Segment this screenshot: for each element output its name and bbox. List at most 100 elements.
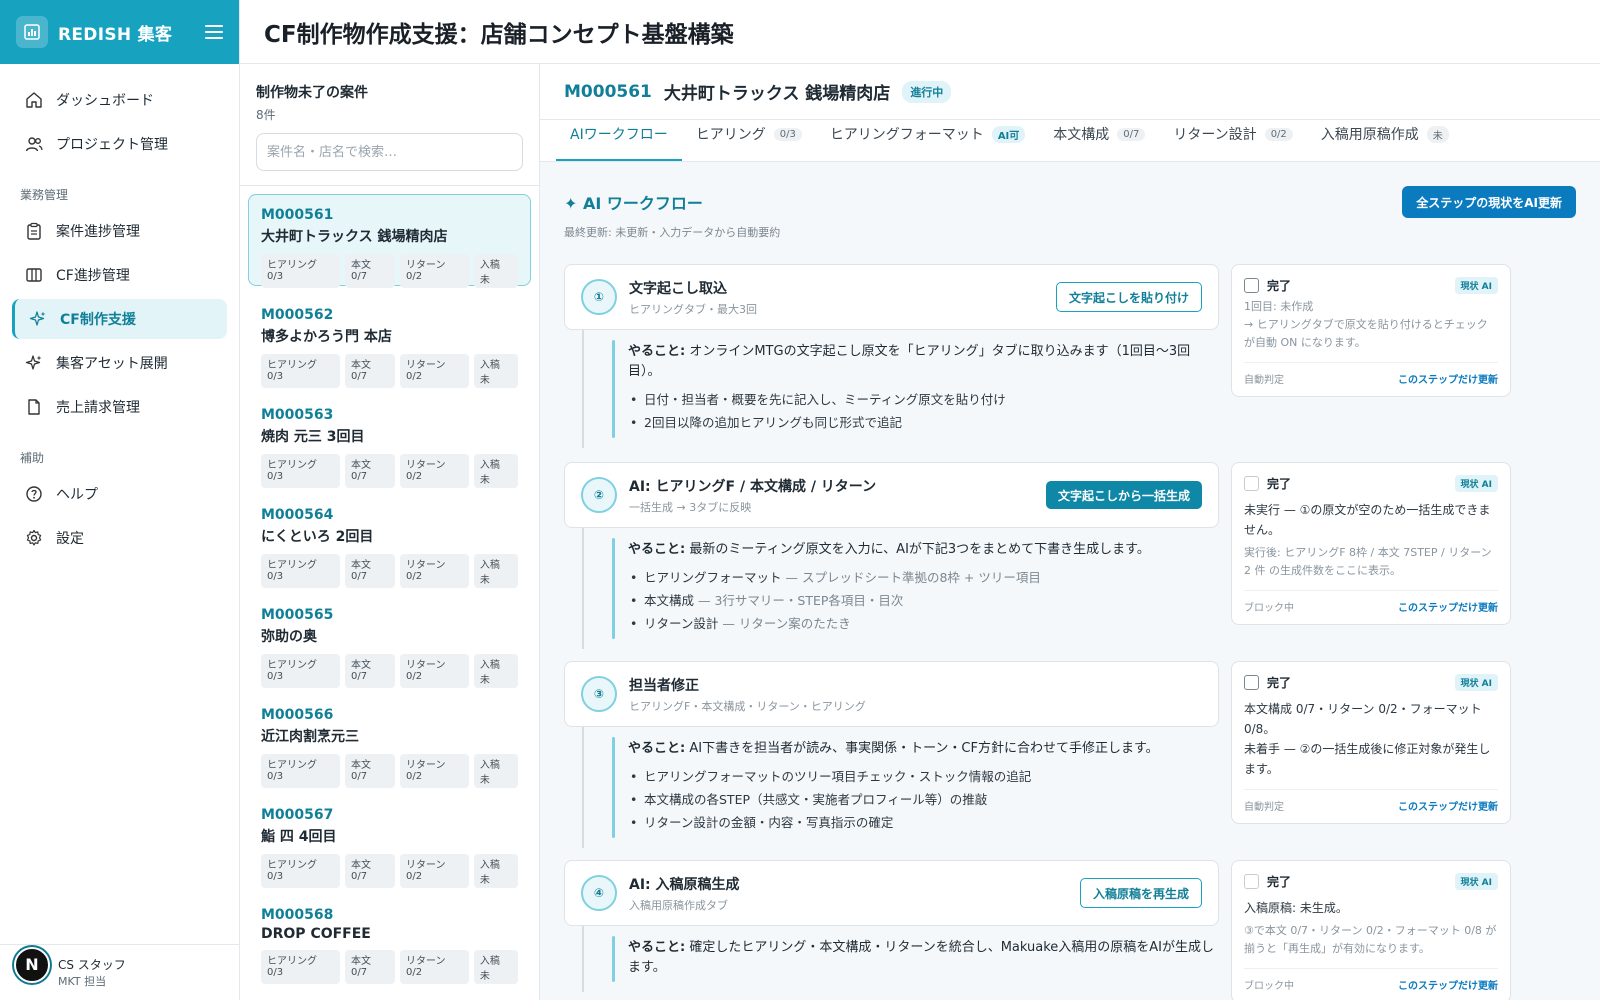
progress-tag: 本文 0/7 [345,754,396,788]
sidebar-item-label: ヘルプ [56,487,98,503]
project-card-tags: ヒアリング 0/3 本文 0/7 リターン 0/2 入稿 未 [261,854,518,888]
progress-tag: リターン 0/2 [400,754,469,788]
step-status-card: 完了 現状 AI 本文構成 0/7・リターン 0/2・フォーマット 0/8。 未着手… [1231,661,1511,824]
project-card[interactable]: M000563 焼肉 元三 3回目 ヒアリング 0/3 本文 0/7 リターン 0/2 入… [248,394,531,488]
update-step-link[interactable]: このステップだけ更新 [1398,371,1498,386]
status-state: ブロック中 [1244,603,1294,614]
users-icon [24,134,44,154]
tab-4[interactable]: 本文構成 0/7 [1039,119,1159,161]
update-step-link[interactable]: このステップだけ更新 [1398,977,1498,992]
workflow-title: ✦ AI ワークフロー [564,194,703,213]
project-card-name: 弥助の奥 [261,629,317,645]
ai-status-badge: 現状 AI [1454,277,1498,294]
step-action-button[interactable]: 文字起こしから一括生成 [1045,481,1202,509]
status-badge: 進行中 [902,80,952,103]
project-name: 大井町トラックス 銭場精肉店 [663,84,891,104]
workflow-step: ③ 担当者修正 ヒアリングF・本文構成・リターン・ヒアリングやること: AI下書きを… [564,661,1576,848]
project-card[interactable]: M000566 近江肉割烹元三 ヒアリング 0/3 本文 0/7 リターン 0/2 入稿 … [248,694,531,788]
todo-list: ヒアリングフォーマットのツリー項目チェック・ストック情報の追記本文構成の各STE… [628,765,1219,834]
sidebar-item-billing[interactable]: 売上請求管理 [12,387,227,427]
step-card: ③ 担当者修正 ヒアリングF・本文構成・リターン・ヒアリング [564,661,1219,727]
project-card[interactable]: M000562 博多よかろう門 本店 ヒアリング 0/3 本文 0/7 リターン 0/2… [248,294,531,388]
sidebar-item-label: プロジェクト管理 [56,137,168,153]
project-card-id: M000562 [261,307,334,323]
sidebar-item-projects[interactable]: プロジェクト管理 [12,124,227,164]
project-list-title: 制作物未了の案件 [256,85,368,101]
project-card[interactable]: M000564 にくといろ 2回目 ヒアリング 0/3 本文 0/7 リターン 0/2 入… [248,494,531,588]
step-todo: やること: 最新のミーティング原文を入力に、AIが下記3つをまとめて下書き生成し… [612,540,1219,635]
done-label: 完了 [1267,279,1292,293]
step-status-card: 完了 現状 AI 1回目: 未作成 → ヒアリングタブで原文を貼り付けるとチェックが… [1231,264,1511,397]
sidebar-item-cf-support[interactable]: CF制作支援 [12,299,227,339]
status-footer: 自動判定 このステップだけ更新 [1244,789,1498,813]
workflow-step: ① 文字起こし取込 ヒアリングタブ・最大3回 文字起こしを貼り付け やること: オンライ… [564,264,1576,448]
todo-text: 確定したヒアリング・本文構成・リターンを統合し、Makuake入稿用の原稿をAI… [628,940,1215,975]
update-step-link[interactable]: このステップだけ更新 [1398,599,1498,614]
step-number: ④ [581,875,617,911]
step-title: AI: 入稿原稿生成 [629,876,740,893]
todo-prefix: やること: [628,344,686,359]
project-card-name: 焼肉 元三 3回目 [261,429,365,445]
progress-tag: リターン 0/2 [400,854,469,888]
update-all-button[interactable]: 全ステップの現状をAI更新 [1402,186,1576,218]
sidebar-item-label: ダッシュボード [56,93,154,109]
step-main: ② AI: ヒアリングF / 本文構成 / リターン 一括生成 → 3タブに反映 文字… [564,462,1219,649]
todo-item: 2回目以降の追加ヒアリングも同じ形式で追記 [628,411,1219,434]
sparkles-icon [24,353,44,373]
project-card-id: M000565 [261,607,334,623]
tab-5[interactable]: リターン設計 0/2 [1159,119,1306,161]
tab-badge: AI可 [991,125,1026,143]
step-action-button[interactable]: 文字起こしを貼り付け [1055,282,1202,312]
project-count: 8件 [256,108,276,122]
sidebar-item-asset[interactable]: 集客アセット展開 [12,343,227,383]
update-step-link[interactable]: このステップだけ更新 [1398,798,1498,813]
done-checkbox[interactable] [1244,675,1259,690]
progress-tag: 入稿 未 [473,454,518,488]
status-state: 自動判定 [1244,802,1284,813]
project-card[interactable]: M000565 弥助の奥 ヒアリング 0/3 本文 0/7 リターン 0/2 入稿 未 [248,594,531,688]
done-checkbox[interactable] [1244,476,1259,491]
todo-text: AI下書きを担当者が読み、事実関係・トーン・CF方針に合わせて手修正します。 [689,741,1159,756]
todo-text: オンラインMTGの文字起こし原文を「ヒアリング」タブに取り込みます（1回目〜3回… [628,344,1191,379]
step-todo: やること: 確定したヒアリング・本文構成・リターンを統合し、Makuake入稿用… [612,938,1219,978]
user-profile[interactable]: N CS スタッフ MKT 担当 [0,944,240,1000]
project-card[interactable]: M000568 DROP COFFEE ヒアリング 0/3 本文 0/7 リターン 0/… [248,894,531,986]
tab-badge: 0/3 [773,127,802,141]
project-card[interactable]: M000561 大井町トラックス 銭場精肉店 ヒアリング 0/3 本文 0/7 リターン… [248,194,531,288]
todo-item-label: 本文構成の各STEP（共感文・実施者プロフィール等）の推敲 [644,792,988,807]
tab-label: AIワークフロー [570,127,668,143]
project-card[interactable]: M000567 鮨 四 4回目 ヒアリング 0/3 本文 0/7 リターン 0/2 入稿 … [248,794,531,888]
menu-toggle-icon[interactable] [205,25,223,39]
tab-6[interactable]: 入稿用原稿作成未 [1307,119,1463,161]
done-checkbox[interactable] [1244,278,1259,293]
todo-line: やること: AI下書きを担当者が読み、事実関係・トーン・CF方針に合わせて手修正… [628,739,1219,759]
tab-1[interactable]: AIワークフロー [556,119,682,161]
sidebar-item-case-progress[interactable]: 案件進捗管理 [12,211,227,251]
ai-status-badge: 現状 AI [1454,475,1498,492]
step-title: 担当者修正 [629,677,699,694]
sidebar-item-help[interactable]: ヘルプ [12,474,227,514]
sidebar-item-cf-progress[interactable]: CF進捗管理 [12,255,227,295]
tab-3[interactable]: ヒアリングフォーマット AI可 [816,119,1039,161]
user-role: MKT 担当 [58,974,107,988]
sparkles-icon [28,309,48,329]
help-icon [24,484,44,504]
sidebar-item-label: 売上請求管理 [56,400,140,416]
project-card-name: 博多よかろう門 本店 [261,329,392,345]
sidebar-item-settings[interactable]: 設定 [12,518,227,558]
sidebar-item-dashboard[interactable]: ダッシュボード [12,80,227,120]
chart-icon [16,16,48,48]
search-input[interactable] [256,133,523,171]
gear-icon [24,528,44,548]
done-checkbox[interactable] [1244,874,1259,889]
nav-section-support: 補助 [20,451,45,465]
status-check-row: 完了 現状 AI [1244,475,1498,492]
step-body: やること: 確定したヒアリング・本文構成・リターンを統合し、Makuake入稿用… [582,926,1219,992]
project-card-id: M000567 [261,807,334,823]
sidebar-item-label: 集客アセット展開 [56,356,168,372]
step-action-button[interactable]: 入稿原稿を再生成 [1079,878,1202,908]
status-state: 自動判定 [1244,375,1284,386]
progress-tag: ヒアリング 0/3 [261,854,341,888]
tab-label: リターン設計 [1173,127,1257,143]
tab-2[interactable]: ヒアリング 0/3 [682,119,816,161]
